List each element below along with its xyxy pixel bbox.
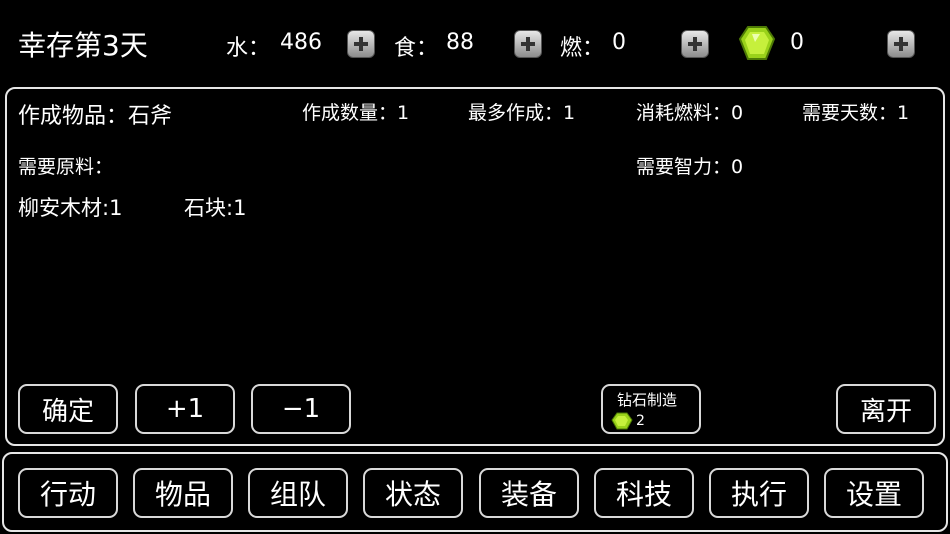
nav-execute[interactable]: 执行 [709, 468, 809, 518]
water-value: 486 [280, 30, 322, 55]
leave-label: 离开 [859, 396, 912, 427]
increment-label: +1 [165, 394, 205, 424]
craft-max: 最多作成：1 [468, 102, 576, 124]
confirm-label: 确定 [41, 396, 94, 427]
nav-label: 状态 [384, 478, 441, 511]
nav-status[interactable]: 状态 [363, 468, 463, 518]
gem-icon [738, 26, 776, 60]
decrement-label: −1 [281, 394, 321, 424]
intellect-requirement: 需要智力：0 [636, 156, 744, 178]
nav-label: 行动 [39, 478, 96, 511]
diamond-craft-button[interactable]: 钻石制造 2 [601, 384, 701, 434]
nav-label: 组队 [269, 478, 326, 511]
add-water-button[interactable] [347, 30, 375, 58]
nav-equipment[interactable]: 装备 [479, 468, 579, 518]
nav-label: 设置 [845, 478, 902, 511]
diamond-cost: 2 [636, 412, 645, 429]
craft-fuel-cost: 消耗燃料：0 [636, 102, 744, 124]
water-label: 水： [226, 36, 271, 61]
craft-quantity: 作成数量：1 [302, 102, 410, 124]
nav-label: 装备 [500, 478, 557, 511]
diamond-cost-row: 2 [611, 412, 645, 430]
nav-label: 执行 [730, 478, 787, 511]
nav-label: 物品 [154, 478, 211, 511]
day-counter: 幸存第3天 [18, 29, 148, 62]
materials-heading: 需要原料： [18, 156, 114, 178]
material-stone: 石块:1 [184, 196, 247, 220]
food-value: 88 [446, 30, 474, 55]
fuel-label: 燃： [560, 36, 605, 61]
confirm-button[interactable]: 确定 [18, 384, 118, 434]
decrement-button[interactable]: −1 [251, 384, 351, 434]
gem-value: 0 [790, 30, 804, 55]
add-fuel-button[interactable] [681, 30, 709, 58]
add-food-button[interactable] [514, 30, 542, 58]
craft-days: 需要天数：1 [802, 102, 910, 124]
diamond-craft-label: 钻石制造 [617, 390, 678, 409]
nav-label: 科技 [615, 478, 672, 511]
nav-action[interactable]: 行动 [18, 468, 118, 518]
nav-items[interactable]: 物品 [133, 468, 233, 518]
material-wood: 柳安木材:1 [18, 196, 123, 220]
nav-settings[interactable]: 设置 [824, 468, 924, 518]
craft-item: 作成物品：石斧 [18, 104, 173, 129]
add-gem-button[interactable] [887, 30, 915, 58]
increment-button[interactable]: +1 [135, 384, 235, 434]
leave-button[interactable]: 离开 [836, 384, 936, 434]
fuel-value: 0 [612, 30, 626, 55]
food-label: 食： [394, 36, 439, 61]
nav-tech[interactable]: 科技 [594, 468, 694, 518]
gem-icon [611, 412, 633, 429]
nav-team[interactable]: 组队 [248, 468, 348, 518]
